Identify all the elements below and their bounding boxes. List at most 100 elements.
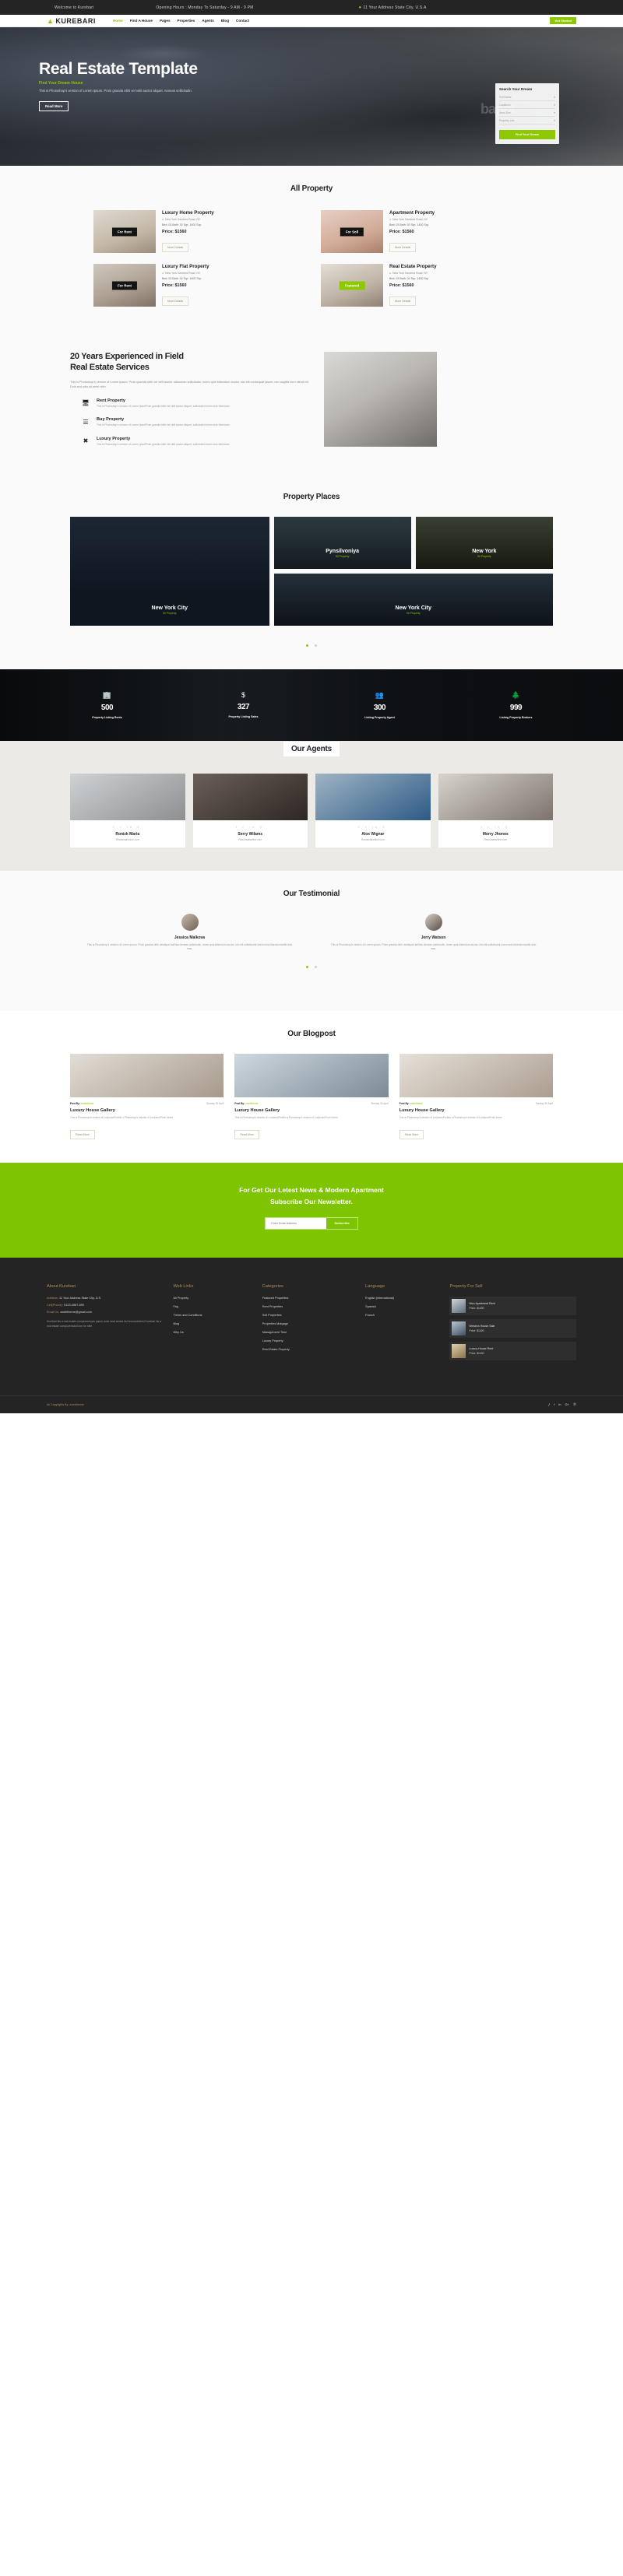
place-card[interactable]: New York City 50 Property — [70, 516, 269, 626]
footer-cat-mortgage[interactable]: Properties Motgage — [262, 1322, 356, 1325]
blog-post-title: Luxury House Gallery — [70, 1108, 115, 1114]
place-card[interactable]: New York 50 Property — [415, 516, 553, 569]
property-location: ● New York Sandrea Road, NY — [389, 272, 437, 275]
blog-read-more-button[interactable]: Read More — [70, 1130, 95, 1139]
stat-item: 🏢 500 Property Listing Rents — [39, 691, 175, 719]
newsletter-subscribe-button[interactable]: Subscribe — [326, 1218, 357, 1229]
stat-label: Listing Property Brokers — [499, 715, 533, 719]
agent-site: Reanimationline.com — [484, 837, 508, 841]
footer-property-thumb — [452, 1343, 466, 1358]
site-logo[interactable]: ▲ KUREBARI — [47, 17, 96, 25]
nav-item-blog[interactable]: Blog — [221, 19, 229, 23]
place-card[interactable]: New York City 50 Property — [273, 573, 553, 626]
footer-link-all-property[interactable]: All Property — [173, 1297, 252, 1300]
property-card[interactable]: For Soll Apartment Property ● New York S… — [321, 210, 530, 253]
footer-email-value[interactable]: zwebtheme@gmail.com — [60, 1311, 92, 1314]
footer-copyright-brand[interactable]: zwebtheme — [69, 1403, 83, 1406]
footer-link-why-us[interactable]: Why Us — [173, 1331, 252, 1334]
footer-property-thumb — [452, 1321, 466, 1335]
footer-link-terms[interactable]: Trems and Conditions — [173, 1314, 252, 1317]
blog-by-label: Post By: — [70, 1102, 80, 1106]
agent-social-icons[interactable]: f ✓ in ⓖ — [195, 825, 306, 829]
places-carousel-dots[interactable] — [0, 630, 623, 669]
blog-card[interactable]: Post By: zwebtheme Sunday 30 April Luxur… — [399, 1054, 553, 1139]
footer-phone-value[interactable]: 0123-4567-890 — [64, 1304, 84, 1307]
footer-cat-management[interactable]: Management Time — [262, 1331, 356, 1334]
google-plus-icon[interactable]: G+ — [565, 1402, 569, 1407]
agent-card[interactable]: f ✓ in ⓖ Ronizk Maria Reanimationline.co… — [70, 773, 185, 848]
agent-photo — [438, 773, 553, 820]
linkedin-icon[interactable]: in — [558, 1402, 561, 1407]
blog-card[interactable]: Post By: zwebtheme Sunday 30 April Luxur… — [234, 1054, 389, 1139]
carousel-dot-1[interactable] — [305, 644, 308, 647]
place-name: New York City — [395, 605, 431, 611]
carousel-dot-2[interactable] — [315, 966, 318, 969]
search-field-property-list[interactable]: Property List ▾ — [499, 118, 555, 125]
carousel-dot-2[interactable] — [315, 644, 318, 647]
property-more-details-button[interactable]: More Details — [162, 297, 189, 306]
hero-read-more-button[interactable]: Read More — [39, 100, 69, 111]
nav-item-home[interactable]: Home — [113, 19, 123, 23]
property-card[interactable]: For Rent Luxury Flat Property ● New York… — [93, 264, 302, 307]
footer-cat-featured[interactable]: Featured Properties — [262, 1297, 356, 1300]
find-your-dream-button[interactable]: Find Your Dream — [499, 130, 555, 139]
footer-cat-sell[interactable]: Sell Properties — [262, 1314, 356, 1317]
pinterest-icon[interactable]: Ⓟ — [573, 1402, 576, 1407]
agent-social-icons[interactable]: f ✓ in ⓖ — [318, 825, 428, 829]
property-meta: Bed: 03 Bath: 02 Sqr: 1400 Sqr. — [389, 223, 429, 226]
agent-card[interactable]: f ✓ in ⓖ Morry Jhonos Reanimationline.co… — [438, 773, 553, 848]
nav-item-agents[interactable]: Agents — [202, 19, 214, 23]
place-name: New York City — [151, 605, 188, 611]
footer-link-blog[interactable]: Blog — [173, 1322, 252, 1325]
newsletter-form: Subscribe — [265, 1216, 358, 1230]
blog-author[interactable]: zwebtheme — [81, 1102, 93, 1105]
footer-weblinks-column: Web Links All Property Faq Trems and Con… — [173, 1284, 252, 1364]
agent-social-icons[interactable]: f ✓ in ⓖ — [72, 825, 183, 829]
blog-read-more-button[interactable]: Read More — [399, 1130, 424, 1139]
property-price-value: $1560 — [402, 283, 414, 288]
carousel-dot-1[interactable] — [305, 966, 308, 969]
blog-title: Our Blogpost — [287, 1030, 336, 1039]
agent-card[interactable]: f ✓ in ⓖ Serry Wilams Reanimationline.co… — [192, 773, 308, 848]
footer-property-name: Luxury House Rent — [469, 1346, 494, 1350]
blog-author[interactable]: zwebtheme — [245, 1102, 258, 1105]
twitter-icon[interactable]: ƒ — [548, 1402, 550, 1407]
footer-cat-rent[interactable]: Rent Properties — [262, 1305, 356, 1308]
places-grid: New York City 50 Property Pynsilvoniya 5… — [70, 501, 553, 630]
property-grid: For Rent Luxury Home Property ● New York… — [93, 193, 530, 330]
property-badge: For Soll — [340, 227, 364, 236]
footer-social-links: ƒ f in G+ Ⓟ — [548, 1402, 576, 1407]
property-more-details-button[interactable]: More Details — [389, 243, 417, 252]
nav-item-contact[interactable]: Contact — [236, 19, 249, 23]
blog-card[interactable]: Post By: zwebtheme Sunday 30 April Luxur… — [70, 1054, 224, 1139]
search-field-locations[interactable]: Locations ▾ — [499, 102, 555, 109]
footer-lang-spanish[interactable]: Spanish — [365, 1305, 440, 1308]
newsletter-email-input[interactable] — [266, 1217, 327, 1229]
footer-property-item[interactable]: Nico Apartment Rent Price: $1400 — [449, 1296, 576, 1315]
nav-item-pages[interactable]: Pages — [160, 19, 171, 23]
testimonial-section: Our Testimonial Jessica Malkova This is … — [0, 870, 623, 1012]
footer-property-item[interactable]: Westron House Sale Price: $1400 — [449, 1318, 576, 1338]
footer-lang-french[interactable]: Franch — [365, 1314, 440, 1317]
get-started-button[interactable]: Get Started — [550, 17, 576, 24]
agent-social-icons[interactable]: f ✓ in ⓖ — [441, 825, 551, 829]
testimonial-carousel-dots[interactable] — [0, 952, 623, 991]
nav-item-properties[interactable]: Properties — [178, 19, 195, 23]
blog-author[interactable]: zwebtheme — [410, 1102, 422, 1105]
footer-property-item[interactable]: Luxury House Rent Price: $1400 — [449, 1341, 576, 1360]
footer-cat-real-estate[interactable]: Real Estate Property — [262, 1348, 356, 1351]
agent-card[interactable]: f ✓ in ⓖ Alox Wignar Reanimationline.com — [315, 773, 431, 848]
place-card[interactable]: Pynsilvoniya 50 Property — [273, 516, 411, 569]
property-card[interactable]: For Rent Luxury Home Property ● New York… — [93, 210, 302, 253]
property-card[interactable]: Featured Real Estate Property ● New York… — [321, 264, 530, 307]
nav-item-find-a-house[interactable]: Find A House — [130, 19, 153, 23]
search-field-area-size[interactable]: Area Size ▾ — [499, 110, 555, 117]
property-more-details-button[interactable]: More Details — [162, 243, 189, 252]
blog-read-more-button[interactable]: Read More — [234, 1130, 260, 1139]
search-field-full-name[interactable]: Full Name ▾ — [499, 94, 555, 101]
footer-lang-english[interactable]: English (International) — [365, 1297, 440, 1300]
footer-link-faq[interactable]: Faq — [173, 1305, 252, 1308]
property-more-details-button[interactable]: More Details — [389, 297, 417, 306]
footer-cat-luxury[interactable]: Luxury Property — [262, 1339, 356, 1342]
footer-email-label: Email Us: — [47, 1310, 60, 1314]
